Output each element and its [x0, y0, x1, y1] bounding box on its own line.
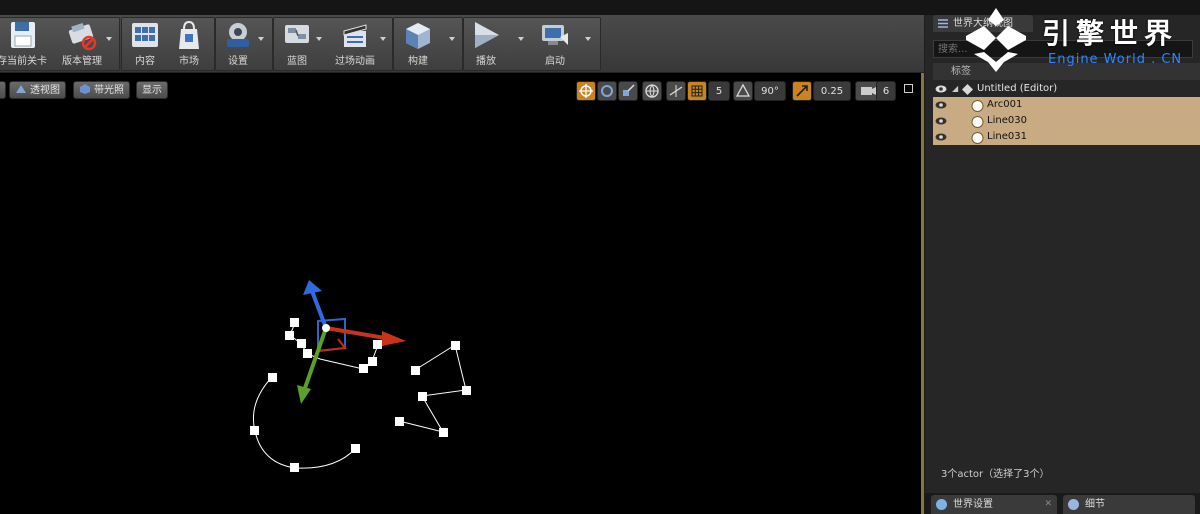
spline-point[interactable] — [268, 373, 277, 382]
engine-world-watermark: 引擎世界 Engine World . CN — [960, 6, 1200, 76]
spline-point[interactable] — [285, 331, 294, 340]
tab-world-settings[interactable]: 世界设置 ✕ — [931, 495, 1057, 514]
build-dropdown[interactable] — [449, 37, 455, 41]
transform-gizmo[interactable] — [297, 280, 406, 404]
visibility-eye-icon[interactable] — [935, 117, 947, 125]
save-current-level-button[interactable]: 存当前关卡 — [0, 17, 52, 67]
blueprints-dropdown[interactable] — [316, 37, 322, 41]
outliner-list-icon — [938, 19, 948, 28]
tree-row-actor[interactable]: Line030 — [933, 113, 1200, 129]
spline-point[interactable] — [290, 463, 299, 472]
spline-point[interactable] — [351, 444, 360, 453]
actor-icon — [971, 132, 984, 144]
spline-point[interactable] — [418, 392, 427, 401]
cinematics-button[interactable]: 过场动画 — [328, 17, 382, 67]
source-control-icon — [68, 22, 97, 51]
bottom-tab-bar: 世界设置 ✕ 细节 — [925, 493, 1200, 514]
spline-point[interactable] — [290, 318, 299, 327]
marketplace-button[interactable]: 市场 — [170, 17, 208, 67]
play-dropdown[interactable] — [518, 37, 524, 41]
actor-icon — [971, 100, 984, 112]
level-viewport[interactable]: 透视图 带光照 显示 5 90° 0.25 6 — [0, 73, 924, 514]
scene-canvas[interactable] — [0, 73, 918, 514]
tree-row-world[interactable]: ◢ Untitled (Editor) — [933, 81, 1200, 97]
outliner-tree: ◢ Untitled (Editor) Arc001 Line030 Line0… — [933, 81, 1200, 145]
save-icon — [11, 22, 35, 48]
tree-row-actor[interactable]: Line031 — [933, 129, 1200, 145]
blueprints-button[interactable]: 蓝图 — [277, 17, 317, 67]
details-icon — [1068, 499, 1079, 510]
settings-icon — [227, 23, 249, 47]
spline-point[interactable] — [439, 428, 448, 437]
globe-icon — [936, 499, 947, 510]
build-button[interactable]: 构建 — [398, 17, 438, 67]
spline-point[interactable] — [395, 417, 404, 426]
actor-icon — [971, 116, 984, 128]
launch-dropdown[interactable] — [585, 37, 591, 41]
play-icon — [475, 22, 499, 48]
tree-row-actor[interactable]: Arc001 — [933, 97, 1200, 113]
watermark-cn-text: 引擎世界 — [1042, 17, 1179, 50]
play-button[interactable]: 播放 — [466, 17, 506, 67]
spline-point[interactable] — [462, 386, 471, 395]
engine-world-logo — [966, 8, 1026, 72]
cinematics-icon — [343, 24, 367, 47]
blueprint-icon — [285, 25, 309, 43]
settings-dropdown[interactable] — [258, 37, 264, 41]
spline-point[interactable] — [373, 340, 382, 349]
launch-icon — [542, 25, 568, 45]
marketplace-icon — [179, 20, 199, 49]
line-spline — [398, 344, 467, 433]
spline-point[interactable] — [359, 364, 368, 373]
spline-point[interactable] — [411, 366, 420, 375]
actor-count-status: 3个actor（选择了3个） — [941, 469, 1050, 480]
content-button[interactable]: 内容 — [126, 17, 164, 67]
visibility-eye-icon[interactable] — [935, 133, 947, 141]
world-icon — [962, 84, 973, 95]
visibility-eye-icon[interactable] — [935, 85, 947, 93]
watermark-en-text: Engine World . CN — [1048, 52, 1183, 67]
launch-button[interactable]: 启动 — [532, 17, 578, 67]
expand-arrow-icon[interactable]: ◢ — [952, 81, 958, 97]
spline-point[interactable] — [250, 426, 259, 435]
visibility-eye-icon[interactable] — [935, 101, 947, 109]
build-icon — [406, 23, 430, 49]
spline-point[interactable] — [451, 341, 460, 350]
settings-button[interactable]: 设置 — [218, 17, 258, 67]
spline-point[interactable] — [368, 357, 377, 366]
tab-details[interactable]: 细节 — [1063, 495, 1195, 514]
cinematics-dropdown[interactable] — [380, 37, 386, 41]
world-outliner-panel: 世界大纲视图 标签 ◢ Untitled (Editor) Arc001 Lin… — [925, 15, 1200, 493]
source-control-button[interactable]: 版本管理 — [56, 17, 108, 67]
source-control-dropdown[interactable] — [106, 37, 112, 41]
content-browser-icon — [132, 23, 158, 47]
main-toolbar: 存当前关卡 版本管理 内容 市场 设置 蓝图 过场动画 构建 播放 启动 — [0, 15, 924, 73]
close-icon[interactable]: ✕ — [1044, 495, 1052, 514]
spline-point[interactable] — [297, 339, 306, 348]
spline-point[interactable] — [303, 349, 312, 358]
